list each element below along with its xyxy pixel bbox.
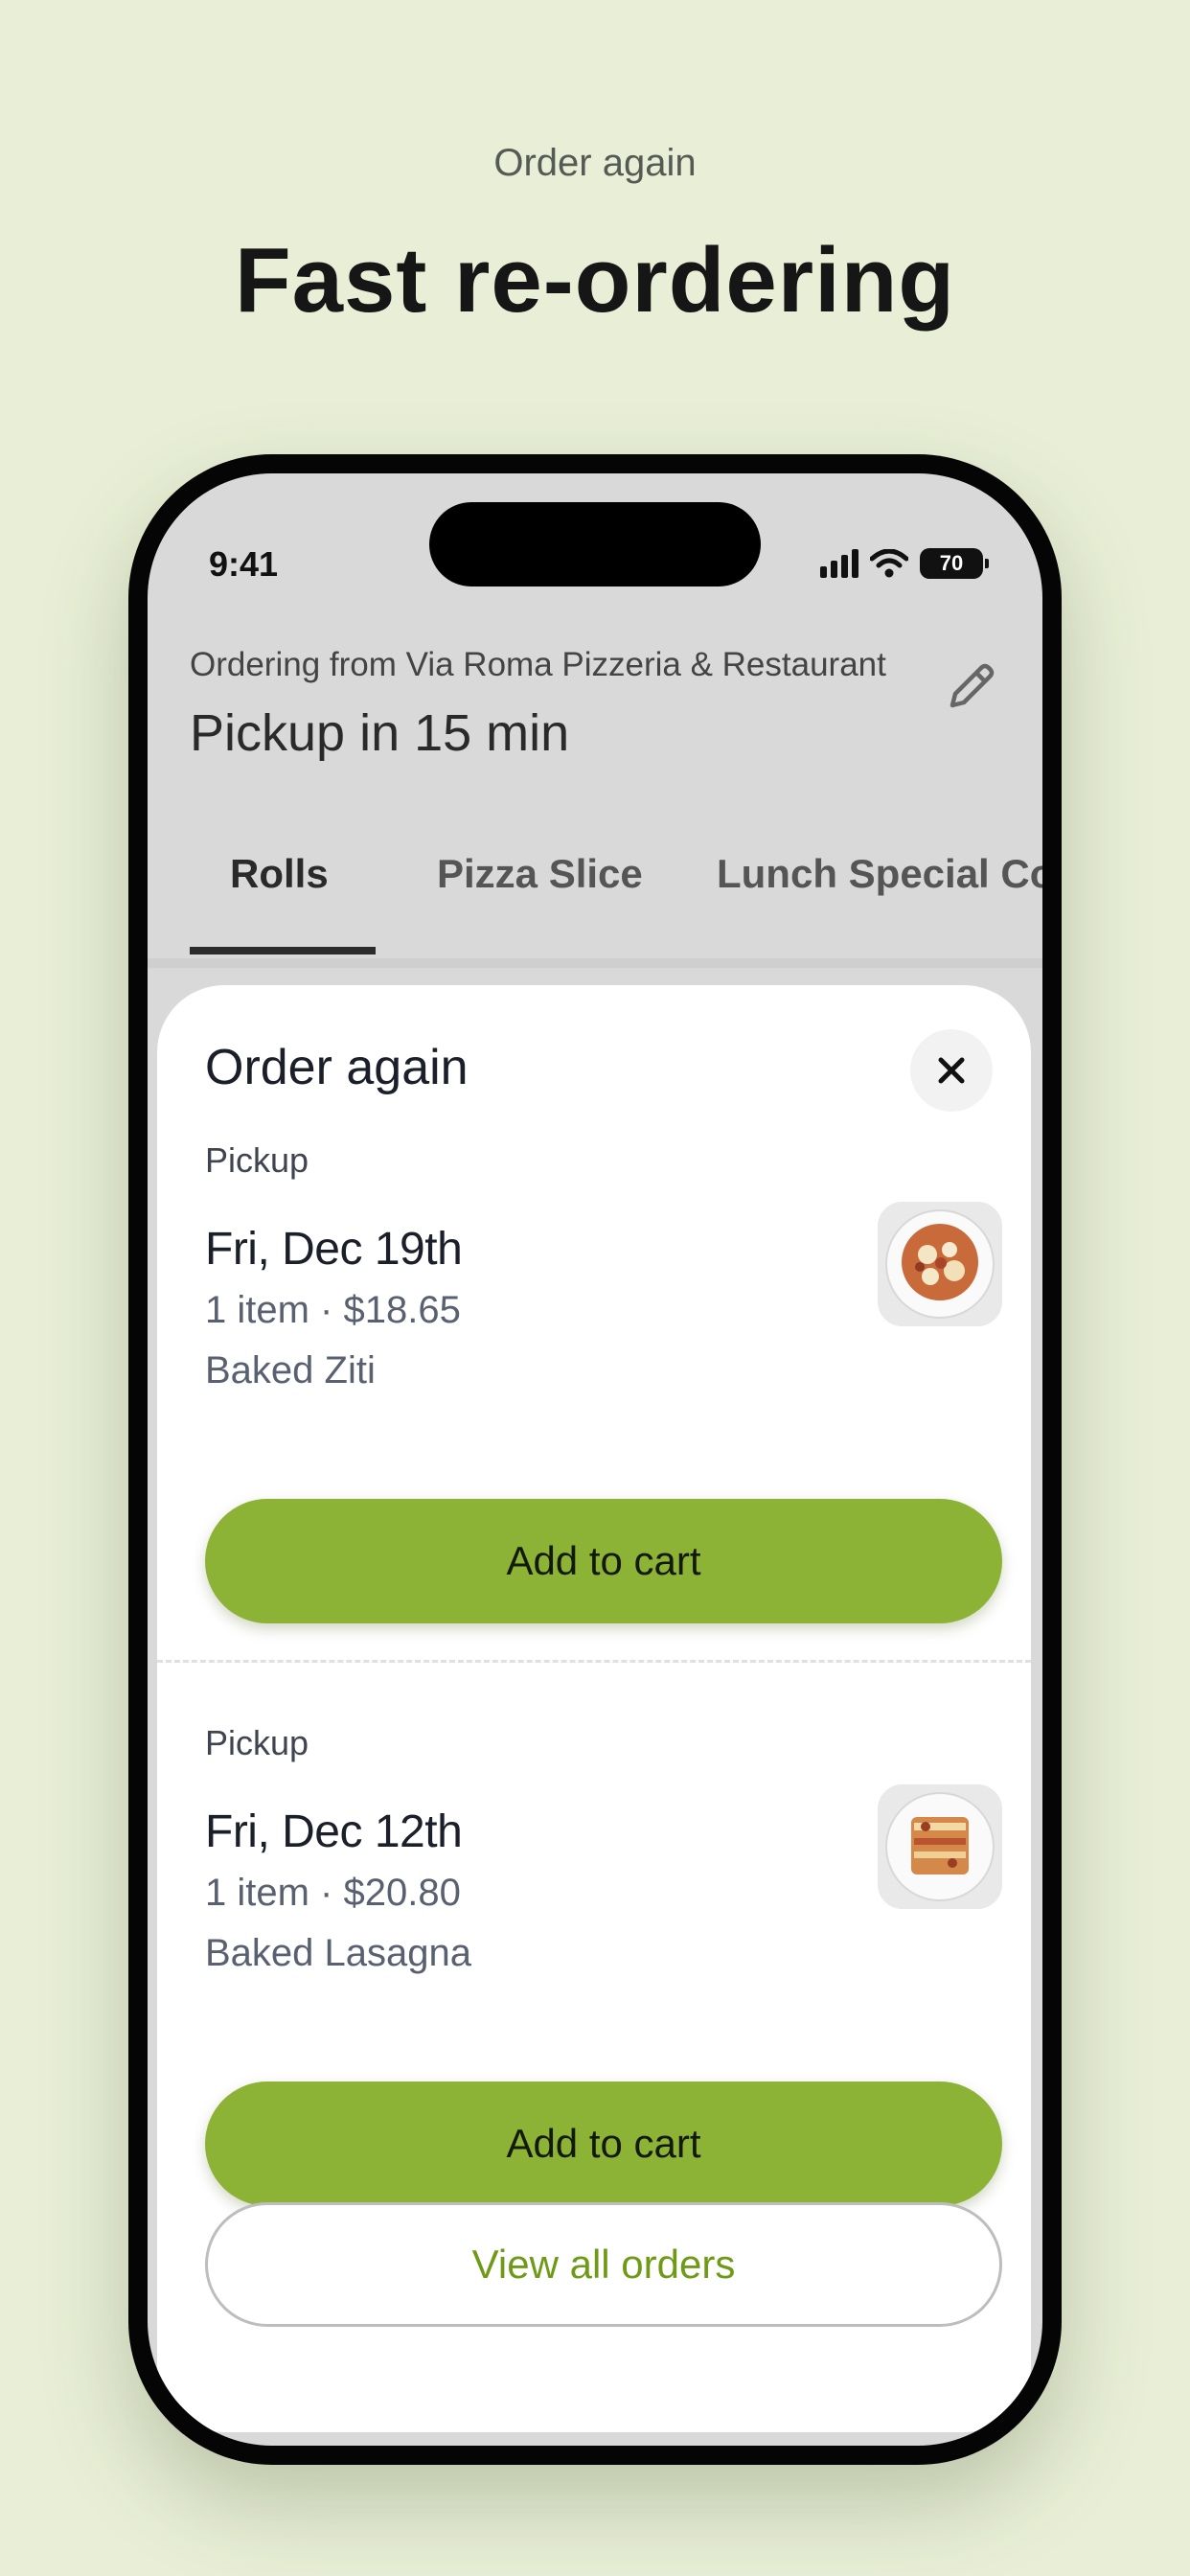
order-mode: Pickup xyxy=(205,1723,309,1762)
add-to-cart-button[interactable]: Add to cart xyxy=(205,2082,1002,2206)
wifi-icon xyxy=(870,549,908,578)
order-mode: Pickup xyxy=(205,1140,309,1180)
sheet-title: Order again xyxy=(205,1040,469,1095)
active-tab-indicator xyxy=(190,947,376,954)
restaurant-header: Ordering from Via Roma Pizzeria & Restau… xyxy=(190,646,1000,763)
pickup-time: Pickup in 15 min xyxy=(190,704,570,762)
status-bar: 9:41 70 xyxy=(148,473,1042,608)
category-tabs: Rolls Pizza Slice Lunch Special Combo xyxy=(148,809,1042,964)
baked-ziti-thumbnail xyxy=(878,1202,1002,1326)
battery-icon: 70 xyxy=(920,548,989,579)
ordering-from-label: Ordering from Via Roma Pizzeria & Restau… xyxy=(190,646,886,683)
pencil-edit-icon[interactable] xyxy=(943,657,1000,715)
tabs-divider xyxy=(148,958,1042,968)
dynamic-island xyxy=(429,502,761,586)
tab-lunch-special[interactable]: Lunch Special Combo xyxy=(717,851,1042,897)
tab-pizza-slice[interactable]: Pizza Slice xyxy=(437,851,643,897)
phone-screen: 9:41 70 Ordering from Via Roma Pizzeria … xyxy=(148,473,1042,2446)
baked-lasagna-thumbnail xyxy=(878,1784,1002,1909)
hero-title: Fast re-ordering xyxy=(234,229,956,332)
tab-rolls[interactable]: Rolls xyxy=(230,851,329,897)
view-all-orders-button[interactable]: View all orders xyxy=(205,2202,1002,2327)
order-card: Pickup Fri, Dec 12th 1 item · $20.80 Bak… xyxy=(205,1723,1002,2206)
order-item-name: Baked Lasagna xyxy=(205,1932,472,1974)
order-again-sheet: Order again Pickup Fri, Dec 19th 1 item … xyxy=(157,985,1031,2432)
order-divider xyxy=(157,1660,1031,1663)
close-icon xyxy=(938,1057,965,1084)
order-item-name: Baked Ziti xyxy=(205,1349,376,1392)
phone-frame: 9:41 70 Ordering from Via Roma Pizzeria … xyxy=(128,454,1062,2465)
hero-eyebrow: Order again xyxy=(493,142,697,184)
close-button[interactable] xyxy=(910,1029,993,1112)
add-to-cart-button[interactable]: Add to cart xyxy=(205,1499,1002,1623)
cellular-signal-icon xyxy=(820,549,858,578)
status-time: 9:41 xyxy=(209,544,279,584)
status-icons: 70 xyxy=(820,548,989,579)
order-card: Pickup Fri, Dec 19th 1 item · $18.65 Bak… xyxy=(205,1140,1002,1623)
